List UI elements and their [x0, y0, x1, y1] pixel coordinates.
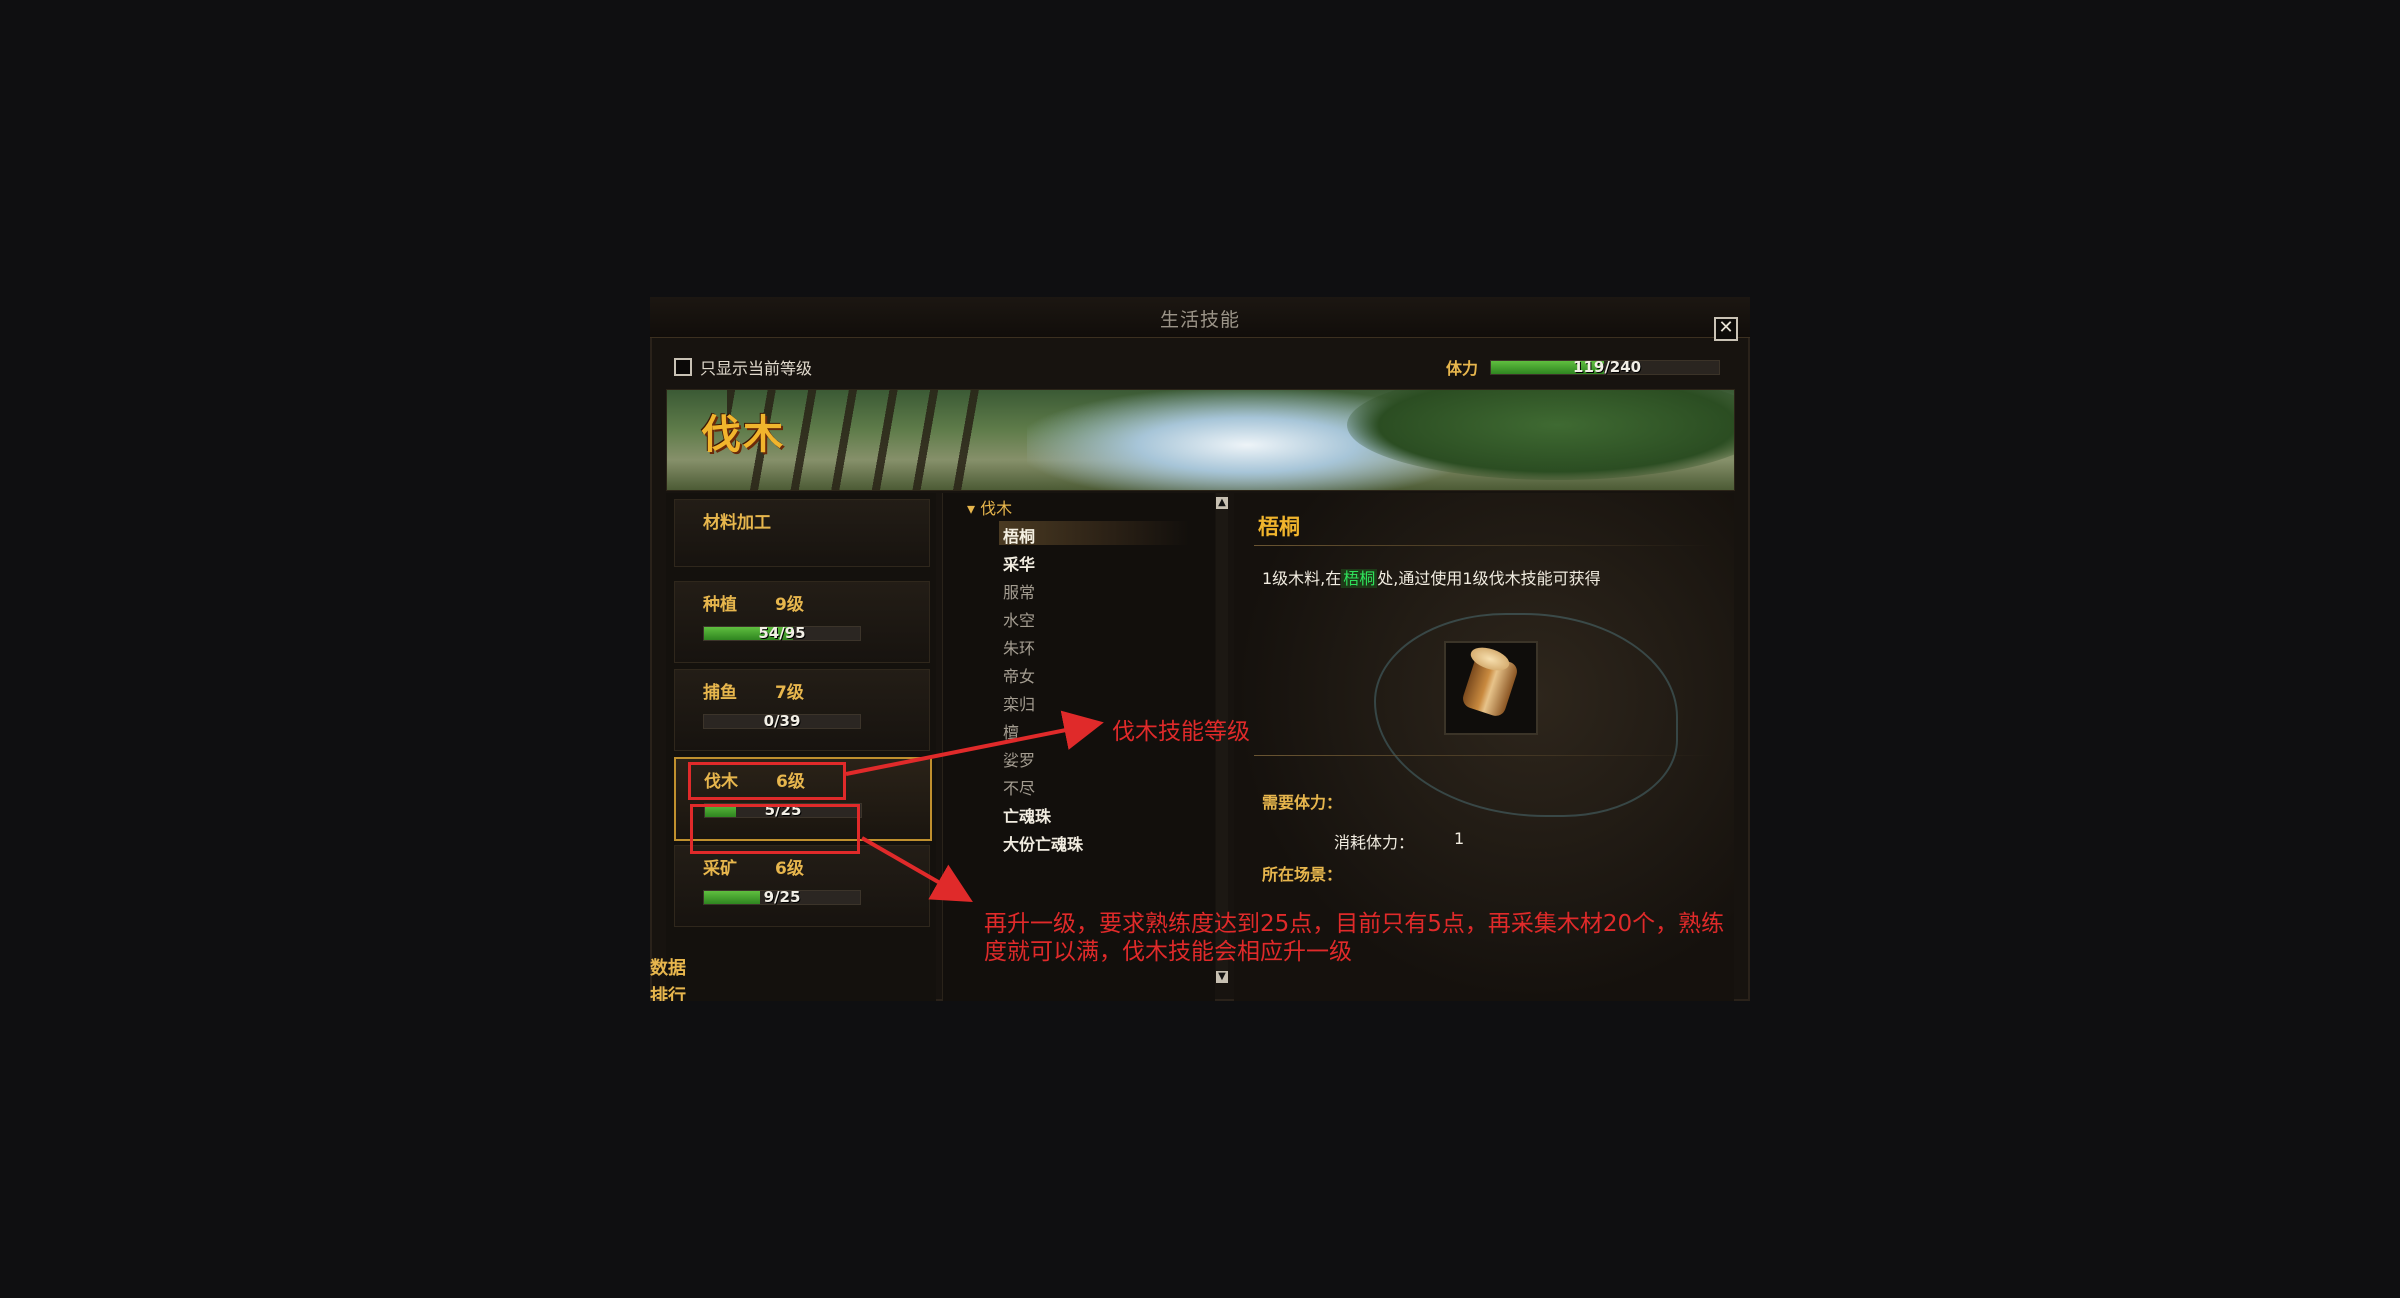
- arrow-to-note1: [845, 710, 1104, 776]
- annotation-arrows: [845, 710, 1104, 902]
- annotation-note-skill-level: 伐木技能等级: [1112, 719, 1250, 745]
- annotation-note-progress-line2: 度就可以满，伐木技能会相应升一级: [984, 939, 1352, 965]
- arrow-to-note2: [861, 836, 973, 902]
